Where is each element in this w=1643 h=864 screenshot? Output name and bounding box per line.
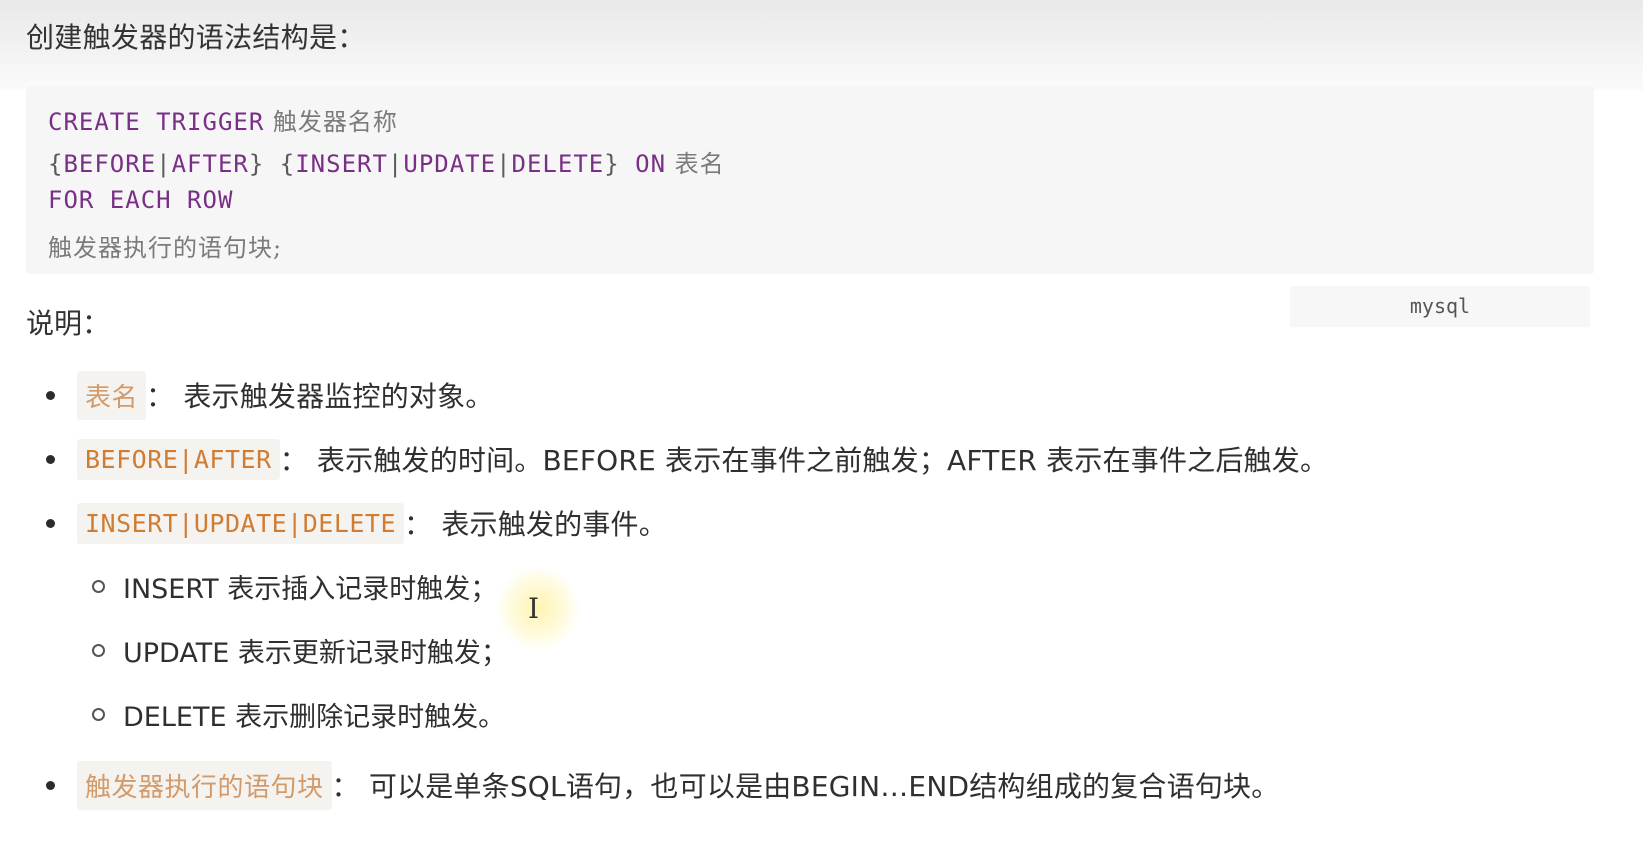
- intro-text: 创建触发器的语法结构是：: [26, 21, 366, 54]
- code-keyword: AFTER: [171, 150, 249, 178]
- code-punct: |: [496, 150, 512, 178]
- inline-code: BEFORE|AFTER: [77, 438, 280, 480]
- list-item-text: ： 表示触发的时间。BEFORE 表示在事件之前触发；AFTER 表示在事件之后…: [279, 444, 1329, 477]
- code-block[interactable]: CREATE TRIGGER 触发器名称 {BEFORE|AFTER} {INS…: [26, 86, 1594, 274]
- code-punct: |: [387, 150, 404, 178]
- sub-list-item: UPDATE 表示更新记录时触发；: [92, 630, 508, 670]
- list-item-text: ： 表示触发的事件。: [404, 508, 667, 541]
- code-line-4: 触发器执行的语句块;: [48, 228, 282, 263]
- code-punct: } {: [248, 150, 296, 178]
- code-language-tag: mysql: [1290, 286, 1590, 326]
- code-keyword: DELETE: [511, 150, 605, 178]
- code-keyword: CREATE TRIGGER: [48, 108, 265, 136]
- code-punct: }: [604, 150, 636, 178]
- text-cursor-icon: I: [528, 592, 540, 625]
- bullet-circle-icon: [92, 643, 105, 657]
- list-item-text: ： 表示触发器监控的对象。: [146, 380, 494, 413]
- code-line-1: CREATE TRIGGER 触发器名称: [48, 102, 398, 137]
- sub-list-item-text: DELETE 表示删除记录时触发。: [123, 701, 506, 733]
- code-keyword: FOR EACH ROW: [48, 186, 234, 214]
- sub-list-item-text: UPDATE 表示更新记录时触发；: [123, 637, 508, 669]
- list-item: 触发器执行的语句块 ： 可以是单条SQL语句，也可以是由BEGIN…END结构组…: [46, 760, 1280, 810]
- code-line-3: FOR EACH ROW: [48, 186, 233, 214]
- code-text: 触发器执行的语句块;: [48, 234, 283, 262]
- inline-code: INSERT|UPDATE|DELETE: [77, 502, 405, 544]
- bullet-dot-icon: [46, 780, 55, 790]
- code-text: 触发器名称: [264, 108, 398, 136]
- code-keyword: UPDATE: [403, 150, 497, 178]
- code-punct: |: [156, 150, 172, 178]
- bullet-dot-icon: [46, 390, 55, 400]
- sub-list-item: INSERT 表示插入记录时触发；: [92, 566, 497, 606]
- code-keyword: BEFORE: [63, 150, 157, 178]
- list-item-text: ： 可以是单条SQL语句，也可以是由BEGIN…END结构组成的复合语句块。: [331, 770, 1280, 803]
- inline-code: 触发器执行的语句块: [77, 760, 332, 810]
- bullet-circle-icon: [92, 579, 105, 593]
- code-line-2: {BEFORE|AFTER} {INSERT|UPDATE|DELETE} ON…: [48, 144, 725, 179]
- list-item: BEFORE|AFTER ： 表示触发的时间。BEFORE 表示在事件之前触发；…: [46, 436, 1328, 482]
- code-punct: {: [48, 150, 64, 178]
- sub-list-item: DELETE 表示删除记录时触发。: [92, 694, 505, 734]
- section-title: 说明：: [26, 307, 111, 340]
- code-text: 表名: [666, 150, 725, 178]
- bullet-dot-icon: [46, 454, 55, 464]
- document-page: 创建触发器的语法结构是： CREATE TRIGGER 触发器名称 {BEFOR…: [0, 0, 1643, 864]
- inline-code: 表名: [77, 370, 147, 420]
- bullet-circle-icon: [92, 707, 105, 721]
- bullet-dot-icon: [46, 518, 55, 528]
- code-keyword: ON: [635, 150, 667, 178]
- sub-list-item-text: INSERT 表示插入记录时触发；: [123, 573, 498, 605]
- list-item: INSERT|UPDATE|DELETE ： 表示触发的事件。: [46, 500, 667, 546]
- list-item: 表名 ： 表示触发器监控的对象。: [46, 370, 494, 420]
- code-keyword: INSERT: [295, 150, 388, 178]
